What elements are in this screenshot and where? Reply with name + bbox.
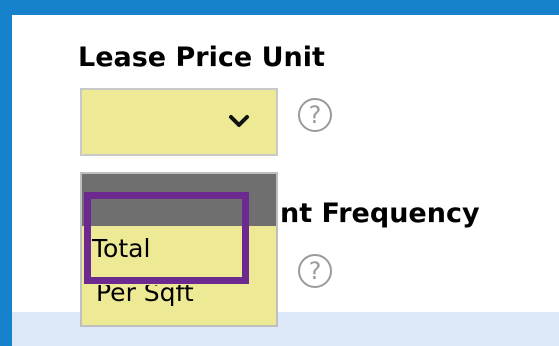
lease-price-unit-label: Lease Price Unit [78, 42, 325, 73]
payment-frequency-label: nt Frequency [280, 198, 480, 229]
dropdown-option-per-sqft-label[interactable]: Per Sqft [96, 285, 194, 308]
help-icon[interactable]: ? [298, 254, 332, 288]
dropdown-option-per-sqft[interactable]: Per Sqft [80, 285, 278, 327]
page-frame: Lease Price Unit ? nt Frequency ? Total … [0, 0, 559, 346]
lease-price-unit-select[interactable] [80, 88, 278, 156]
help-icon[interactable]: ? [298, 98, 332, 132]
chevron-down-icon[interactable] [228, 110, 250, 132]
dropdown-option-total[interactable]: Total [92, 234, 150, 264]
dropdown-option-blank[interactable] [82, 174, 276, 226]
